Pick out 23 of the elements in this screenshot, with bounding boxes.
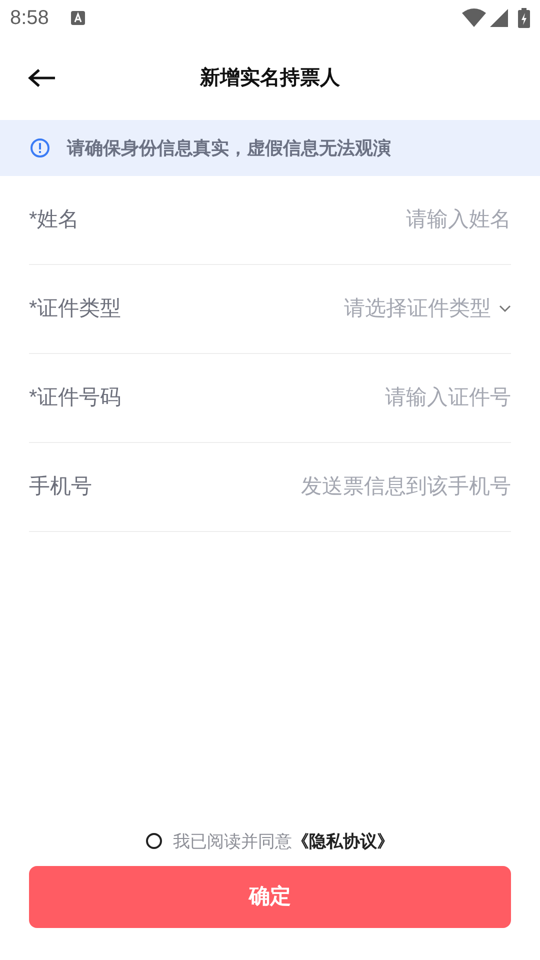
field-label: *证件号码 [29, 385, 122, 412]
back-button[interactable] [26, 66, 58, 90]
agreement-checkbox[interactable] [146, 833, 162, 850]
page-title: 新增实名持票人 [200, 66, 340, 91]
select-field[interactable]: 请选择证件类型 [344, 293, 511, 325]
field-label: 手机号 [29, 474, 92, 500]
wifi-icon [462, 8, 486, 28]
confirm-button[interactable]: 确定 [29, 866, 511, 928]
agreement-text: 我已阅读并同意 [173, 830, 292, 852]
status-time: 8:58 [10, 6, 49, 31]
back-arrow-icon [28, 68, 56, 88]
battery-icon [518, 8, 530, 28]
input-field[interactable]: 请输入姓名 [211, 204, 511, 236]
info-icon [30, 138, 50, 158]
field-label: *姓名 [29, 207, 80, 234]
privacy-link[interactable]: 《隐私协议》 [292, 828, 394, 854]
chevron-down-icon [499, 305, 511, 313]
field-label: *证件类型 [29, 296, 122, 322]
notice-text: 请确保身份信息真实，虚假信息无法观演 [67, 136, 391, 160]
signal-icon [490, 9, 508, 27]
input-field[interactable]: 发送票信息到该手机号 [211, 471, 511, 503]
input-field[interactable]: 请输入证件号 [211, 382, 511, 414]
keyboard-icon [70, 11, 85, 25]
